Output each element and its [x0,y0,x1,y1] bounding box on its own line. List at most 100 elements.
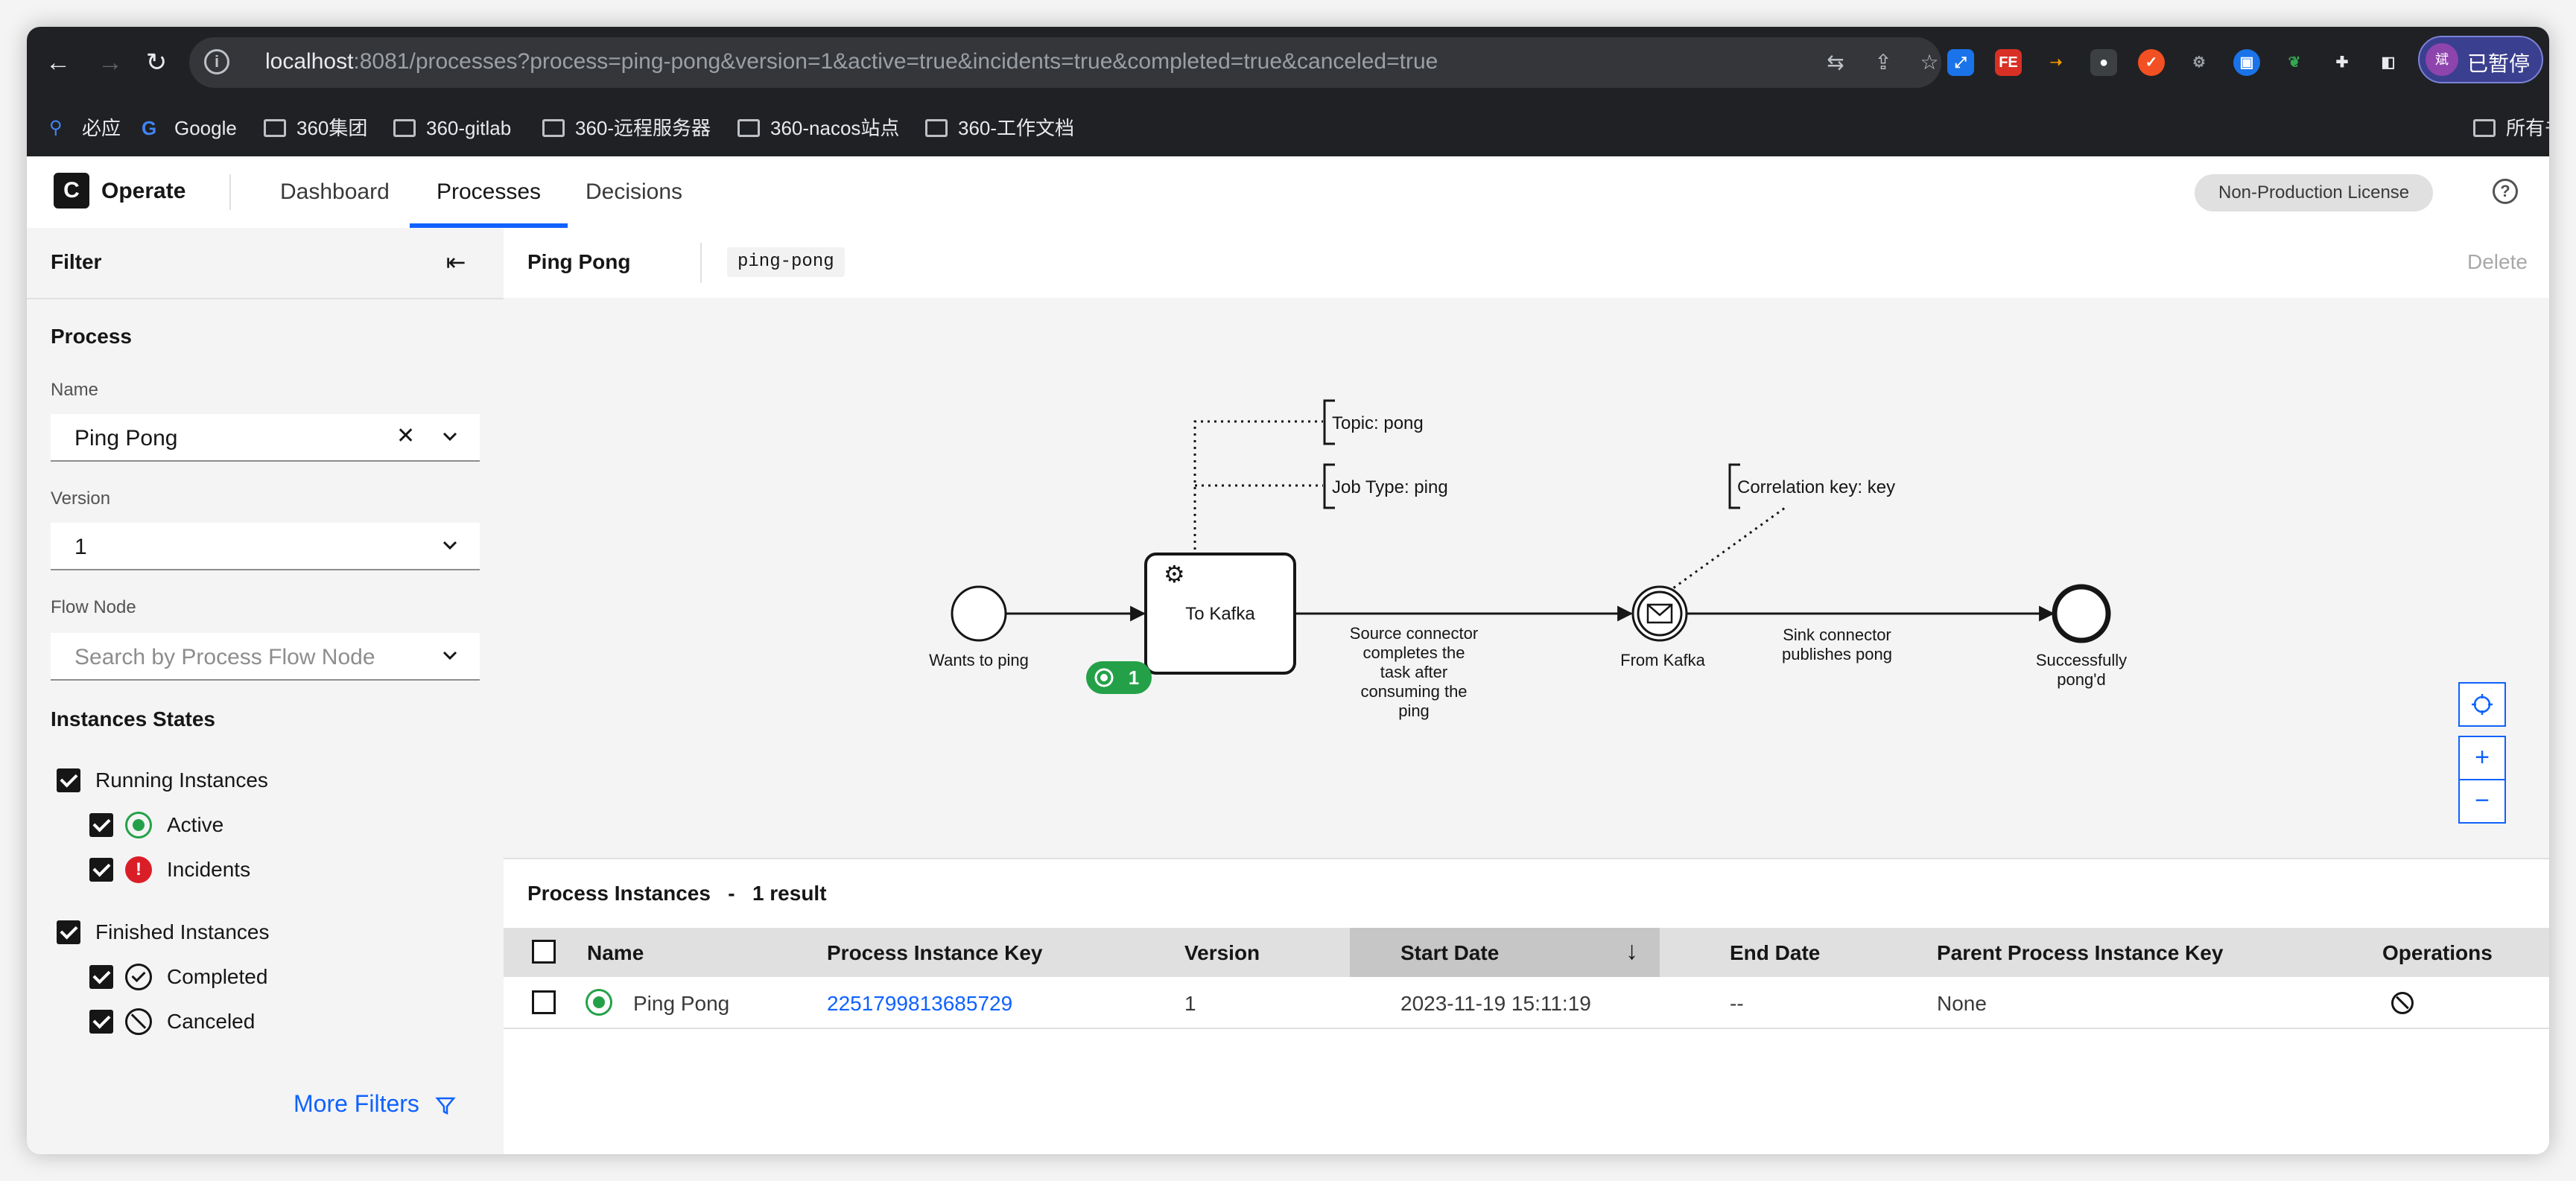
extension-badge-icon[interactable]: ● [2090,49,2117,76]
bookmark-folder-360[interactable]: 360集团 [264,115,367,141]
extension-gear-icon[interactable]: ⚙ [2186,49,2212,76]
zoom-out-button[interactable]: − [2458,779,2506,824]
folder-icon [925,119,948,138]
zoom-in-button[interactable]: + [2458,736,2506,780]
name-label: Name [51,380,99,400]
version-select[interactable]: 1 [51,523,480,570]
process-section-title: Process [51,325,132,348]
active-label: Active [167,813,224,836]
end-event-label-line: pong'd [2057,670,2105,689]
flow-node-select[interactable]: Search by Process Flow Node [51,633,480,681]
extension-orange-icon[interactable]: ✓ [2138,49,2165,76]
checkbox-checked[interactable] [89,813,113,837]
running-label: Running Instances [95,768,268,792]
chevron-down-icon[interactable] [438,643,462,667]
license-badge[interactable]: Non-Production License [2195,174,2434,211]
column-end-date[interactable]: End Date [1730,941,1820,965]
row-instance-key-link[interactable]: 2251799813685729 [827,992,1012,1016]
active-state-icon [125,812,152,838]
center-icon [2472,694,2493,715]
side-panel-icon[interactable]: ◧ [2375,49,2402,76]
checkbox-checked[interactable] [89,858,113,882]
nav-decisions[interactable]: Decisions [559,156,709,228]
bookmark-folder-docs[interactable]: 360-工作文档 [925,115,1074,141]
clear-icon[interactable]: ✕ [396,423,415,449]
states-section-title: Instances States [51,707,215,730]
reset-diagram-button[interactable] [2458,682,2506,727]
task-label: To Kafka [1185,604,1255,624]
sorted-column-bg [1350,928,1660,977]
checkbox-checked[interactable] [57,920,80,944]
flow1-label-line: Source connector [1350,624,1478,643]
column-instance-key[interactable]: Process Instance Key [827,941,1043,965]
bookmark-star-icon[interactable]: ☆ [1916,49,1943,76]
sort-descending-icon[interactable]: ↓ [1625,937,1638,966]
extension-leaf-icon[interactable]: ❦ [2281,49,2308,76]
process-id-tag: ping-pong [727,247,845,277]
flow1-label-line: ping [1398,701,1430,720]
column-operations: Operations [2382,941,2493,964]
row-checkbox[interactable] [532,990,556,1014]
extensions-puzzle-icon[interactable]: ✚ [2329,49,2355,76]
column-parent-key[interactable]: Parent Process Instance Key [1937,941,2223,965]
column-name[interactable]: Name [587,941,644,965]
bookmark-bing[interactable]: ⚲ 必应 [49,115,121,141]
flow2-label-line: Sink connector [1783,625,1891,644]
start-event[interactable] [951,585,1007,642]
process-name: Ping Pong [527,250,631,273]
delete-button[interactable]: Delete [2467,250,2528,274]
google-icon: G [142,117,157,140]
chevron-down-icon[interactable] [438,424,462,448]
extension-fe-icon[interactable]: FE [1995,49,2022,76]
bookmark-folder-nacos[interactable]: 360-nacos站点 [737,115,899,141]
url-text[interactable]: localhost:8081/processes?process=ping-po… [265,49,1438,74]
column-version[interactable]: Version [1184,941,1260,965]
end-event[interactable] [2052,584,2111,643]
main-content: Ping Pong ping-pong Delete Topic: pong J… [504,228,2549,1154]
flow1-label-line: completes the [1363,643,1465,662]
checkbox-checked[interactable] [89,965,113,989]
cancel-instance-icon[interactable] [2391,992,2414,1014]
active-state-icon [586,989,612,1016]
process-name-select[interactable]: Ping Pong ✕ [51,414,480,462]
app-brand[interactable]: Operate [101,179,185,204]
search-icon: ⚲ [49,118,63,139]
nav-processes[interactable]: Processes [410,156,568,228]
help-icon[interactable]: ? [2493,179,2518,204]
badge-count: 1 [1129,666,1139,689]
site-info-icon[interactable]: i [204,49,229,74]
table-row[interactable]: Ping Pong 2251799813685729 1 2023-11-19 … [504,977,2549,1029]
bookmark-folder-remote[interactable]: 360-远程服务器 [542,115,711,141]
forward-icon[interactable]: → [94,46,127,79]
annotation-correlation: Correlation key: key [1737,477,1895,497]
bpmn-diagram: Topic: pong Job Type: ping Correlation k… [929,399,2127,720]
process-name-value: Ping Pong [74,426,178,451]
folder-icon [737,119,760,138]
column-start-date[interactable]: Start Date [1400,941,1499,965]
checkbox-checked[interactable] [89,1010,113,1034]
extension-blue-icon[interactable]: ▣ [2233,49,2260,76]
bookmark-folder-all[interactable]: 所有书 [2473,115,2549,141]
extension-link-icon[interactable]: ⤢ [1947,49,1974,76]
version-label: Version [51,488,111,509]
nav-dashboard[interactable]: Dashboard [253,156,416,228]
bookmark-folder-gitlab[interactable]: 360-gitlab [393,115,511,141]
bpmn-diagram-canvas[interactable]: Topic: pong Job Type: ping Correlation k… [504,298,2549,858]
back-icon[interactable]: ← [42,46,74,79]
checkbox-checked[interactable] [57,768,80,792]
catch-event-label: From Kafka [1620,651,1705,669]
chevron-down-icon[interactable] [438,533,462,557]
camunda-logo[interactable]: C [54,173,89,208]
more-filters-button[interactable]: More Filters [294,1090,456,1118]
bookmark-google[interactable]: G Google [142,115,237,141]
extension-arrow-icon[interactable]: ➝ [2043,49,2069,76]
share-icon[interactable]: ⇪ [1870,49,1897,76]
translate-icon[interactable]: ⇆ [1822,49,1849,76]
collapse-panel-icon[interactable]: ⇤ [441,247,471,277]
reload-icon[interactable]: ↻ [140,46,173,79]
select-all-checkbox[interactable] [532,940,556,964]
address-bar[interactable]: i localhost:8081/processes?process=ping-… [189,37,1941,88]
header-divider [700,243,702,283]
row-version: 1 [1184,992,1196,1015]
profile-button[interactable]: 斌 已暂停 [2418,36,2543,83]
